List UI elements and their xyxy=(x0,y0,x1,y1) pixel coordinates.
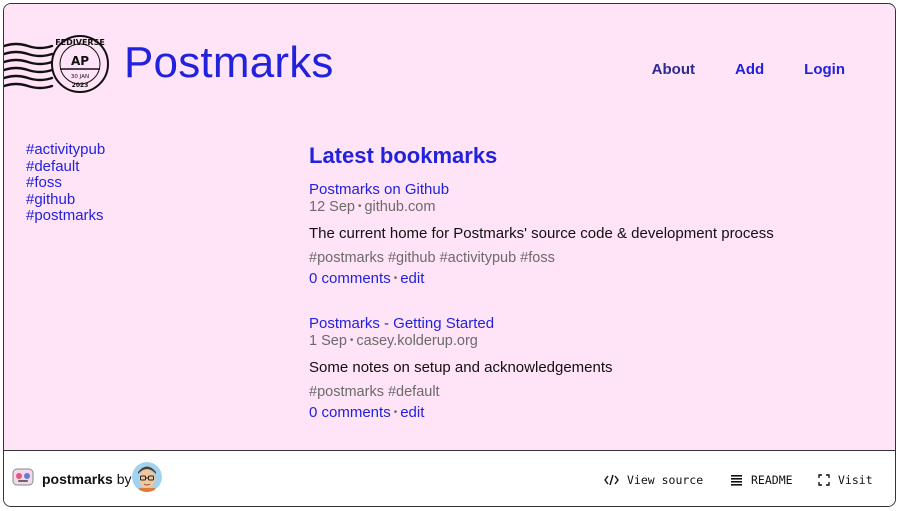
bookmarks-section: Latest bookmarks Postmarks on Github 12 … xyxy=(309,143,869,449)
tag-link-postmarks[interactable]: #postmarks xyxy=(26,208,105,225)
edit-link[interactable]: edit xyxy=(400,404,424,421)
bookmark-domain: github.com xyxy=(364,199,436,215)
tag-link-github[interactable]: #github xyxy=(26,191,105,209)
by-text: by xyxy=(116,471,132,487)
separator-dot: • xyxy=(349,335,354,346)
nav-about-link[interactable]: About xyxy=(652,61,695,78)
tag-link-activitypub[interactable]: #activitypub xyxy=(26,141,105,159)
bookmark-title-link[interactable]: Postmarks - Getting Started xyxy=(309,315,869,332)
nav-add-link[interactable]: Add xyxy=(735,61,764,78)
main-nav: About Add Login xyxy=(652,61,845,78)
glitch-logo-icon[interactable] xyxy=(10,466,36,488)
bookmark-domain: casey.kolderup.org xyxy=(356,333,478,349)
bookmark-title-link[interactable]: Postmarks on Github xyxy=(309,181,869,198)
separator-dot: • xyxy=(393,407,398,418)
separator-dot: • xyxy=(357,201,362,212)
bookmark-description: The current home for Postmarks' source c… xyxy=(309,225,774,242)
visit-link[interactable]: Visit xyxy=(818,473,873,487)
bookmark-meta: 1 Sep • casey.kolderup.org xyxy=(309,332,869,350)
list-icon xyxy=(731,475,742,486)
avatar[interactable] xyxy=(132,462,162,492)
app-page: FEDIVERSE AP 30 JAN 2023 Postmarks About… xyxy=(4,4,895,451)
bookmark-tags[interactable]: #postmarks #github #activitypub #foss xyxy=(309,250,869,267)
bookmark-actions: 0 comments • edit xyxy=(309,404,869,421)
comments-link[interactable]: 0 comments xyxy=(309,404,391,421)
edit-link[interactable]: edit xyxy=(400,270,424,287)
svg-text:2023: 2023 xyxy=(72,82,89,89)
separator-dot: • xyxy=(393,273,398,284)
visit-label: Visit xyxy=(838,473,873,487)
tag-list: #activitypub #default #foss #github #pos… xyxy=(26,141,105,225)
svg-text:AP: AP xyxy=(71,54,89,68)
bookmark-description: Some notes on setup and acknowledgements xyxy=(309,359,613,376)
comments-link[interactable]: 0 comments xyxy=(309,270,391,287)
svg-text:FEDIVERSE: FEDIVERSE xyxy=(55,38,105,47)
bookmark-date[interactable]: 1 Sep xyxy=(309,333,347,349)
view-source-label: View source xyxy=(627,473,704,487)
bookmark-item: Postmarks on Github 12 Sep • github.com Th… xyxy=(309,181,869,287)
postmark-stamp-logo: FEDIVERSE AP 30 JAN 2023 xyxy=(4,35,109,93)
bookmark-actions: 0 comments • edit xyxy=(309,270,869,287)
bookmark-meta: 12 Sep • github.com xyxy=(309,198,869,216)
svg-text:30 JAN: 30 JAN xyxy=(71,74,89,80)
site-title[interactable]: Postmarks xyxy=(124,38,334,88)
readme-label: README xyxy=(751,473,793,487)
nav-login-link[interactable]: Login xyxy=(804,61,845,78)
brand-name: postmarks xyxy=(42,471,113,487)
bookmark-tags[interactable]: #postmarks #default xyxy=(309,384,869,401)
view-source-link[interactable]: View source xyxy=(604,473,703,487)
tag-link-default[interactable]: #default xyxy=(26,158,105,176)
browser-frame: FEDIVERSE AP 30 JAN 2023 Postmarks About… xyxy=(3,3,896,507)
tag-link-foss[interactable]: #foss xyxy=(26,175,105,192)
code-icon xyxy=(604,474,619,486)
footer-brand[interactable]: postmarks by xyxy=(42,471,132,487)
bookmark-item: Postmarks - Getting Started 1 Sep • casey.… xyxy=(309,315,869,421)
readme-link[interactable]: README xyxy=(730,473,793,487)
section-heading: Latest bookmarks xyxy=(309,143,498,168)
fullscreen-icon xyxy=(818,474,830,486)
bookmark-date[interactable]: 12 Sep xyxy=(309,199,355,215)
